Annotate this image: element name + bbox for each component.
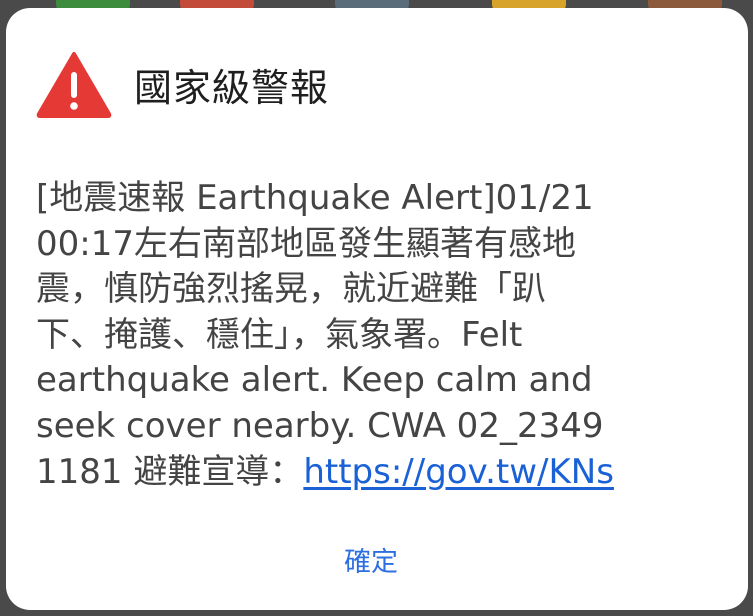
message-line: seek cover nearby. CWA 02_2349 bbox=[36, 405, 604, 446]
confirm-button[interactable]: 確定 bbox=[316, 538, 426, 588]
message-line: 1181 避難宣導： bbox=[36, 451, 304, 492]
alert-header: 國家級警報 bbox=[36, 44, 329, 124]
alert-title: 國家級警報 bbox=[134, 65, 330, 110]
message-line: earthquake alert. Keep calm and bbox=[36, 360, 593, 401]
message-line: 下、掩護、穩住」，氣象署。Felt bbox=[36, 314, 523, 355]
message-line: 00:17左右南部地區發生顯著有感地 bbox=[36, 223, 576, 264]
alert-link[interactable]: https://gov.tw/KNs bbox=[303, 452, 614, 492]
emergency-alert-dialog: 國家級警報 [地震速報 Earthquake Alert]01/21 00:17… bbox=[6, 8, 748, 610]
message-line: [地震速報 Earthquake Alert]01/21 bbox=[36, 178, 594, 218]
warning-triangle-icon bbox=[36, 52, 112, 118]
alert-message: [地震速報 Earthquake Alert]01/21 00:17左右南部地區… bbox=[36, 176, 696, 495]
message-line: 震，慎防強烈搖晃，就近避難「趴 bbox=[36, 269, 546, 310]
